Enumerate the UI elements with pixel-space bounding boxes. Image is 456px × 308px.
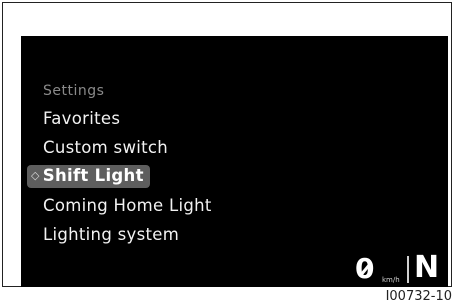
menu-item-coming-home-light[interactable]: Coming Home Light bbox=[43, 196, 212, 215]
speed-readout: 0 bbox=[355, 255, 374, 283]
menu-title: Settings bbox=[43, 83, 105, 99]
menu-item-shift-light-label: Shift Light bbox=[42, 166, 144, 185]
menu-item-custom-switch[interactable]: Custom switch bbox=[43, 138, 168, 157]
menu-item-shift-light[interactable]: ◇ Shift Light bbox=[27, 165, 150, 188]
menu-item-lighting-system[interactable]: Lighting system bbox=[43, 225, 179, 244]
display-screen: Settings Favorites Custom switch ◇ Shift … bbox=[21, 36, 448, 287]
diamond-icon: ◇ bbox=[31, 169, 40, 182]
figure-code: I00732-10 bbox=[385, 289, 452, 304]
gear-indicator: N bbox=[414, 250, 440, 285]
figure-frame: Settings Favorites Custom switch ◇ Shift … bbox=[2, 2, 452, 287]
speed-value: 0 bbox=[355, 252, 375, 285]
status-divider bbox=[407, 256, 409, 283]
menu-item-favorites[interactable]: Favorites bbox=[43, 109, 120, 128]
speed-unit: km/h bbox=[382, 276, 400, 284]
